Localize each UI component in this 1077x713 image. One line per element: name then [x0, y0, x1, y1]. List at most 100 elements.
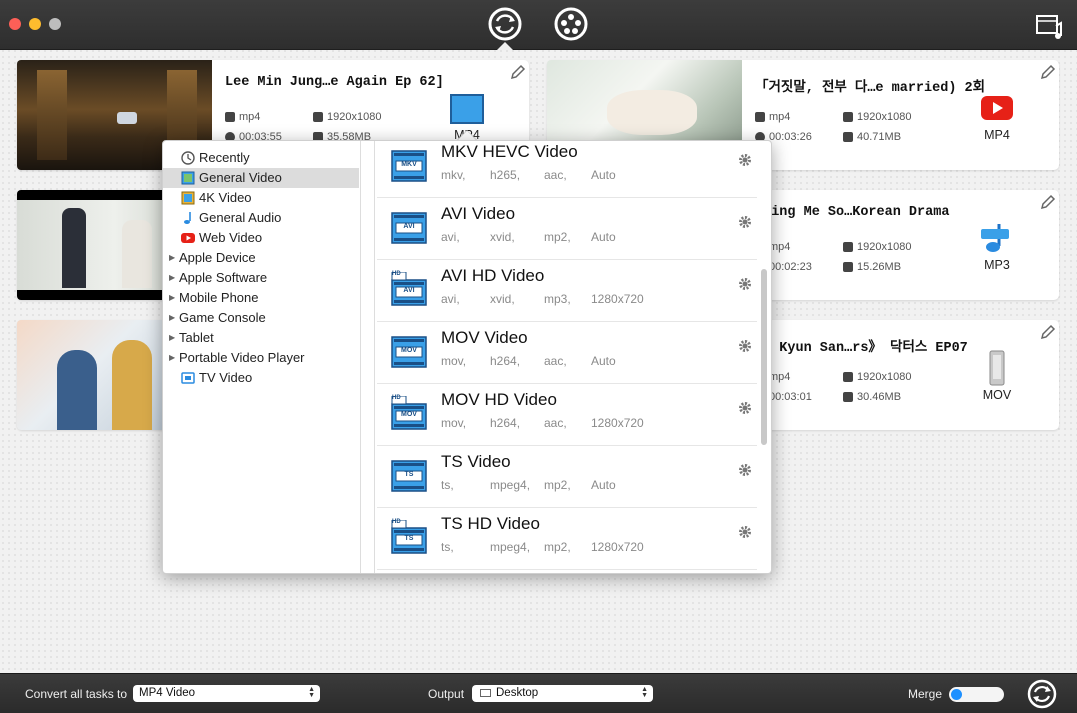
format-badge-text: MOV [401, 411, 417, 418]
gear-icon[interactable] [737, 152, 753, 168]
format-badge-text: AVI [403, 223, 415, 230]
format-spec: mkv, [441, 168, 466, 182]
youtube-format-icon[interactable] [981, 96, 1013, 120]
category-label: TV Video [199, 370, 253, 385]
format-spec: aac, [544, 416, 567, 430]
output-folder-value: Desktop [496, 687, 539, 699]
format-spec: 1280x720 [591, 416, 644, 430]
merge-toggle-knob [951, 689, 962, 700]
minimize-window-button[interactable] [29, 18, 41, 30]
category-item[interactable]: ▶ Apple Software [163, 268, 359, 288]
format-spec: mov, [441, 416, 467, 430]
category-item[interactable]: General Video [163, 168, 359, 188]
format-row[interactable]: TS TS Video ts, mpeg4, mp2, Auto [377, 446, 757, 508]
gear-icon[interactable] [737, 524, 753, 540]
format-row[interactable]: AVI HD AVI HD Video avi, xvid, mp3, 1280x720 [377, 260, 757, 322]
convert-format-select[interactable]: MP4 Video ▲ ▼ [133, 685, 320, 702]
category-label: Web Video [199, 230, 263, 245]
format-badge-text: AVI [403, 287, 415, 294]
category-item[interactable]: TV Video [163, 368, 359, 388]
format-row[interactable]: MOV MOV Video mov, h264, aac, Auto [377, 322, 757, 384]
format-row[interactable]: MKV MKV HEVC Video mkv, h265, aac, Auto [377, 141, 757, 198]
gear-icon[interactable] [737, 400, 753, 416]
format-label[interactable]: MP3 [967, 258, 1027, 272]
duration-value: 00:03:01 [769, 391, 812, 403]
hd-badge-text: HD [392, 395, 401, 401]
mp3-format-icon[interactable] [979, 222, 1015, 254]
format-spec: Auto [591, 230, 616, 244]
resolution-value: 1920x1080 [857, 111, 912, 123]
music-note-icon [181, 211, 196, 225]
format-spec: avi, [441, 292, 460, 306]
youtube-icon [181, 231, 196, 245]
category-item[interactable]: General Audio [163, 208, 359, 228]
resolution-info: 1920x1080 [843, 371, 911, 383]
format-row[interactable]: AVI AVI Video avi, xvid, mp2, Auto [377, 198, 757, 260]
film-icon [225, 112, 235, 122]
format-badge-text: TS [404, 535, 414, 542]
task-title: on Kyun San…rs》 닥터스 EP07 [755, 341, 968, 356]
mp4-format-icon[interactable] [450, 94, 484, 124]
format-spec: mpeg4, [490, 540, 531, 554]
edit-pencil-icon[interactable] [1039, 193, 1057, 211]
active-tab-pointer [497, 42, 513, 50]
format-label[interactable]: MP4 [967, 128, 1027, 142]
monitor-icon [843, 112, 853, 122]
format-badge-text: MKV [401, 161, 417, 168]
edit-pencil-icon[interactable] [1039, 63, 1057, 81]
category-item[interactable]: ▶ Portable Video Player [163, 348, 359, 368]
category-label: 4K Video [199, 190, 252, 205]
media-browser-icon[interactable] [1034, 10, 1064, 40]
merge-toggle[interactable] [949, 687, 1004, 702]
disclosure-triangle-icon[interactable]: ▶ [169, 328, 179, 348]
disclosure-triangle-icon[interactable]: ▶ [169, 268, 179, 288]
task-title: lting Me So…Korean Drama [755, 205, 950, 220]
output-folder-select[interactable]: Desktop ▲ ▼ [472, 685, 653, 702]
resolution-info: 1920x1080 [313, 111, 381, 123]
category-item[interactable]: Web Video [163, 228, 359, 248]
convert-format-value: MP4 Video [139, 687, 196, 699]
film-reel-icon[interactable] [553, 6, 589, 42]
disclosure-triangle-icon[interactable]: ▶ [169, 308, 179, 328]
format-spec: ts, [441, 540, 454, 554]
convert-icon[interactable] [487, 6, 523, 42]
close-window-button[interactable] [9, 18, 21, 30]
disclosure-triangle-icon[interactable]: ▶ [169, 348, 179, 368]
format-row[interactable]: MOV HD MOV HD Video mov, h264, aac, 1280x720 [377, 384, 757, 446]
category-item[interactable]: ▶ Tablet [163, 328, 359, 348]
category-label: Portable Video Player [179, 350, 305, 365]
format-row[interactable]: TS HD TS HD Video ts, mpeg4, mp2, 1280x720 [377, 508, 757, 570]
gear-icon[interactable] [737, 276, 753, 292]
size-value: 30.46MB [857, 391, 902, 403]
edit-pencil-icon[interactable] [509, 63, 527, 81]
category-item[interactable]: ▶ Apple Device [163, 248, 359, 268]
gear-icon[interactable] [737, 214, 753, 230]
category-item[interactable]: ▶ Mobile Phone [163, 288, 359, 308]
disclosure-triangle-icon[interactable]: ▶ [169, 288, 179, 308]
category-item[interactable]: 4K Video [163, 188, 359, 208]
mov-format-icon[interactable] [987, 350, 1007, 386]
format-spec: mp2, [544, 540, 571, 554]
category-item[interactable]: Recently [163, 148, 359, 168]
format-spec: mp3, [544, 292, 571, 306]
edit-pencil-icon[interactable] [1039, 323, 1057, 341]
category-label: Tablet [179, 330, 214, 345]
task-title: Lee Min Jung…e Again Ep 62] [225, 75, 444, 90]
clock-icon [181, 151, 196, 165]
format-name: AVI Video [441, 204, 516, 223]
size-info: 15.26MB [843, 261, 901, 273]
category-item[interactable]: ▶ Game Console [163, 308, 359, 328]
output-label: Output [428, 687, 465, 701]
zoom-window-button[interactable] [49, 18, 61, 30]
container-value: mp4 [769, 371, 791, 383]
format-list-scrollbar[interactable] [761, 269, 767, 445]
subcategory-column [361, 141, 375, 573]
category-label: Game Console [179, 310, 266, 325]
convert-all-button[interactable] [1027, 679, 1057, 709]
gear-icon[interactable] [737, 462, 753, 478]
format-name: AVI HD Video [441, 266, 545, 285]
disclosure-triangle-icon[interactable]: ▶ [169, 248, 179, 268]
gear-icon[interactable] [737, 338, 753, 354]
format-label[interactable]: MOV [967, 388, 1027, 402]
category-label: Mobile Phone [179, 290, 259, 305]
